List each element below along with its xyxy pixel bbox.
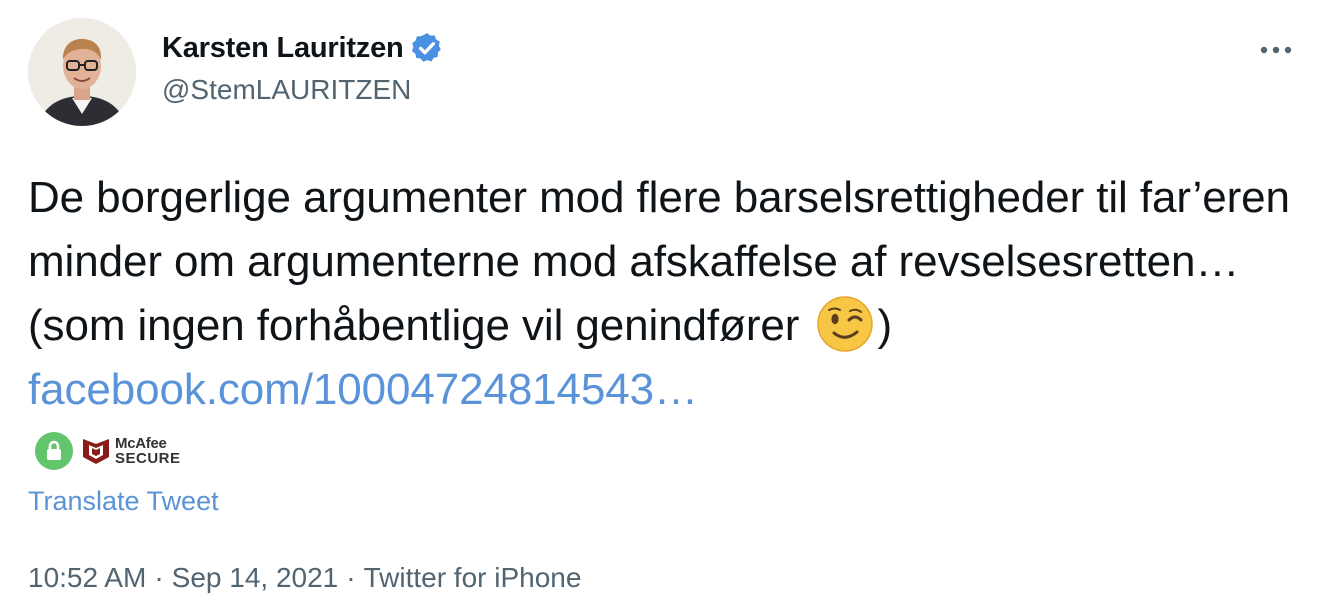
facebook-link[interactable]: facebook.com/10004724814543… [28, 365, 698, 414]
tweet-date[interactable]: Sep 14, 2021 [172, 562, 339, 593]
winking-face-emoji-icon [815, 294, 875, 354]
mcafee-shield-icon [83, 439, 109, 464]
author-block: Karsten Lauritzen @StemLAURITZEN [162, 28, 444, 106]
avatar-photo [28, 18, 136, 126]
lock-icon[interactable] [35, 432, 73, 470]
tweet-source[interactable]: Twitter for iPhone [364, 562, 582, 593]
more-options-button[interactable] [1256, 30, 1296, 70]
tweet-meta: 10:52 AM · Sep 14, 2021 · Twitter for iPhone [28, 562, 581, 594]
mcafee-name: McAfee [115, 435, 167, 452]
name-row: Karsten Lauritzen [162, 28, 444, 68]
tweet-card: Karsten Lauritzen @StemLAURITZEN De borg… [0, 0, 1324, 610]
verified-badge-icon [410, 31, 444, 65]
translate-tweet-button[interactable]: Translate Tweet [28, 486, 219, 517]
tweet-body: De borgerlige argumenter mod flere barse… [28, 173, 1290, 350]
mcafee-text: McAfee SECURE [115, 436, 181, 466]
mcafee-secure-badge[interactable]: McAfee SECURE [81, 436, 181, 466]
avatar[interactable] [28, 18, 136, 126]
more-dots-icon [1260, 46, 1292, 54]
security-badges: McAfee SECURE [35, 432, 181, 470]
mcafee-secure-label: SECURE [115, 450, 181, 467]
author-handle[interactable]: @StemLAURITZEN [162, 74, 444, 106]
tweet-text: De borgerlige argumenter mod flere barse… [28, 166, 1308, 422]
meta-separator: · [154, 562, 164, 593]
tweet-time[interactable]: 10:52 AM [28, 562, 146, 593]
meta-separator: · [346, 562, 356, 593]
tweet-body-end: ) [877, 301, 892, 350]
author-name[interactable]: Karsten Lauritzen [162, 32, 404, 65]
